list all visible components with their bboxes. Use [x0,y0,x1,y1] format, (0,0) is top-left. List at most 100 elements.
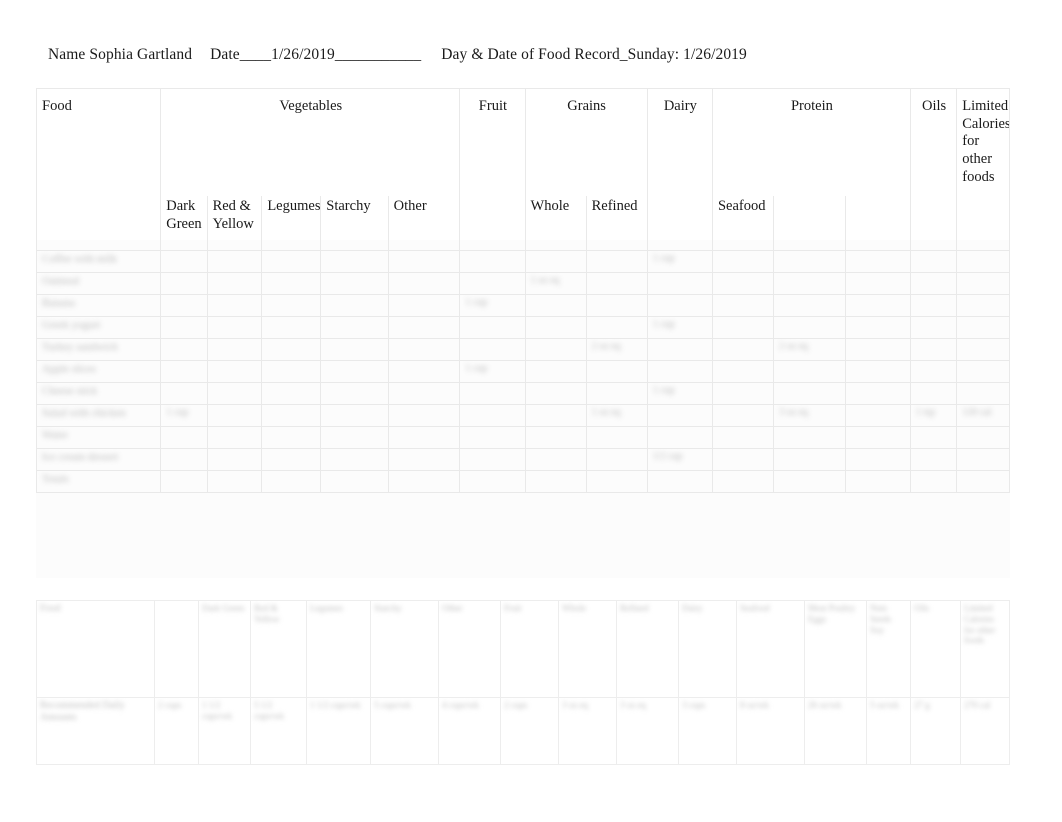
summary-cell-text: Recommended Daily Amounts [40,700,125,723]
summary-cell-text: Dark Green [202,603,245,613]
cell-text: 1 cup [652,253,675,264]
amount-cell [585,250,648,273]
amount-cell [646,426,713,449]
amount-cell [320,382,389,405]
summary-cell-text: Seafood [740,603,770,613]
col-group-oils: Oils [909,88,958,251]
amount-cell [909,250,958,273]
amount-cell [844,470,911,493]
cell-text: 1 tsp [915,407,936,418]
summary-value-cell: Whole [558,600,617,698]
table-row: Salad with chicken 1 cup 1 oz eq 3 oz eq 1 t… [35,404,1010,427]
amount-cell [320,338,389,361]
amount-cell [773,294,846,317]
amount-cell [909,470,958,493]
cell-text: Banana [42,297,75,309]
amount-cell [524,294,587,317]
summary-cell-text: Meat Poultry Eggs [808,603,856,624]
cell-text: 2 oz eq [779,341,808,352]
summary-cell-text: 3 cups [682,700,706,710]
summary-cell-text: 1 1/2 cups/wk [202,700,232,721]
amount-cell: 3 oz eq [773,404,846,427]
amount-cell: 1 oz eq [585,404,648,427]
amount-cell [956,470,1010,493]
cell-text: 1 cup [166,407,189,418]
table-row: Water [35,426,1010,449]
amount-cell [773,360,846,383]
document-header: Name Sophia Gartland Date____1/26/2019__… [48,46,747,64]
amount-cell [387,250,461,273]
amount-cell [160,426,208,449]
summary-value-cell: 26 oz/wk [804,697,867,765]
summary-cell-text: Red & Yellow [254,603,280,624]
amount-cell [585,294,648,317]
table-head: Food Vegetables Fruit Grains Dairy Prote… [35,88,1010,251]
amount-cell [320,272,389,295]
amount-cell [320,360,389,383]
food-cell: Turkey sandwich [35,338,162,361]
amount-cell [956,272,1010,295]
food-cell: Coffee with milk [35,250,162,273]
amount-cell: 2 oz eq [585,338,648,361]
summary-value-cell: 3 oz eq [558,697,617,765]
amount-cell [387,338,461,361]
amount-cell [773,250,846,273]
amount-cell [524,404,587,427]
table-row: Oatmeal 1 oz eq [35,272,1010,295]
amount-cell [844,272,911,295]
amount-cell [320,404,389,427]
cell-text: 1 oz eq [591,407,621,418]
summary-cell-text: Whole [562,603,586,613]
summary-value-row: Recommended Daily Amounts 2 cups 1 1/2 cup… [36,697,1010,765]
summary-value-cell: Starchy [370,600,439,698]
summary-cell-text: 2 cups [158,700,182,710]
amount-cell [160,448,208,471]
amount-cell [844,448,911,471]
amount-cell [261,470,322,493]
cell-text: 1 cup [652,385,675,396]
summary-value-cell: 3 cups [678,697,737,765]
food-cell: Salad with chicken [35,404,162,427]
amount-cell [524,470,587,493]
amount-cell [320,250,389,273]
amount-cell [524,426,587,449]
amount-cell [206,404,263,427]
summary-cell-text: Legumes [310,603,343,613]
cell-text: Oatmeal [42,275,80,287]
food-record-table: Food Vegetables Fruit Grains Dairy Prote… [35,88,1010,493]
amount-cell [387,294,461,317]
col-group-vegetables: Vegetables [160,88,461,196]
summary-value-cell: 27 g [910,697,961,765]
food-cell: Banana [35,294,162,317]
amount-cell: 1 cup [459,360,526,383]
amount-cell [909,382,958,405]
amount-cell [773,470,846,493]
amount-cell [261,404,322,427]
summary-value-cell: Legumes [306,600,371,698]
amount-cell [320,316,389,339]
amount-cell [160,316,208,339]
amount-cell [711,448,775,471]
group-header-row: Food Vegetables Fruit Grains Dairy Prote… [35,88,1010,251]
col-group-grains: Grains [524,88,648,196]
table-row: Banana 1 cup [35,294,1010,317]
summary-cell-text: 2 cups [504,700,528,710]
summary-value-cell: 8 oz/wk [736,697,805,765]
amount-cell [320,470,389,493]
amount-cell [956,382,1010,405]
summary-cell-text: 27 g [914,700,930,710]
amount-cell [711,404,775,427]
amount-cell [160,382,208,405]
amount-cell [909,294,958,317]
summary-value-cell: 5 cups/wk [370,697,439,765]
cell-text: 120 cal [962,407,992,418]
summary-body: Food Dark Green Red & Yellow Legumes Starchy… [36,600,1010,765]
amount-cell [956,316,1010,339]
amount-cell [387,426,461,449]
amount-cell [206,250,263,273]
name-value: Sophia Gartland [89,46,193,63]
amount-cell [206,448,263,471]
amount-cell [711,250,775,273]
amount-cell: 1 cup [646,382,713,405]
amount-cell [585,470,648,493]
